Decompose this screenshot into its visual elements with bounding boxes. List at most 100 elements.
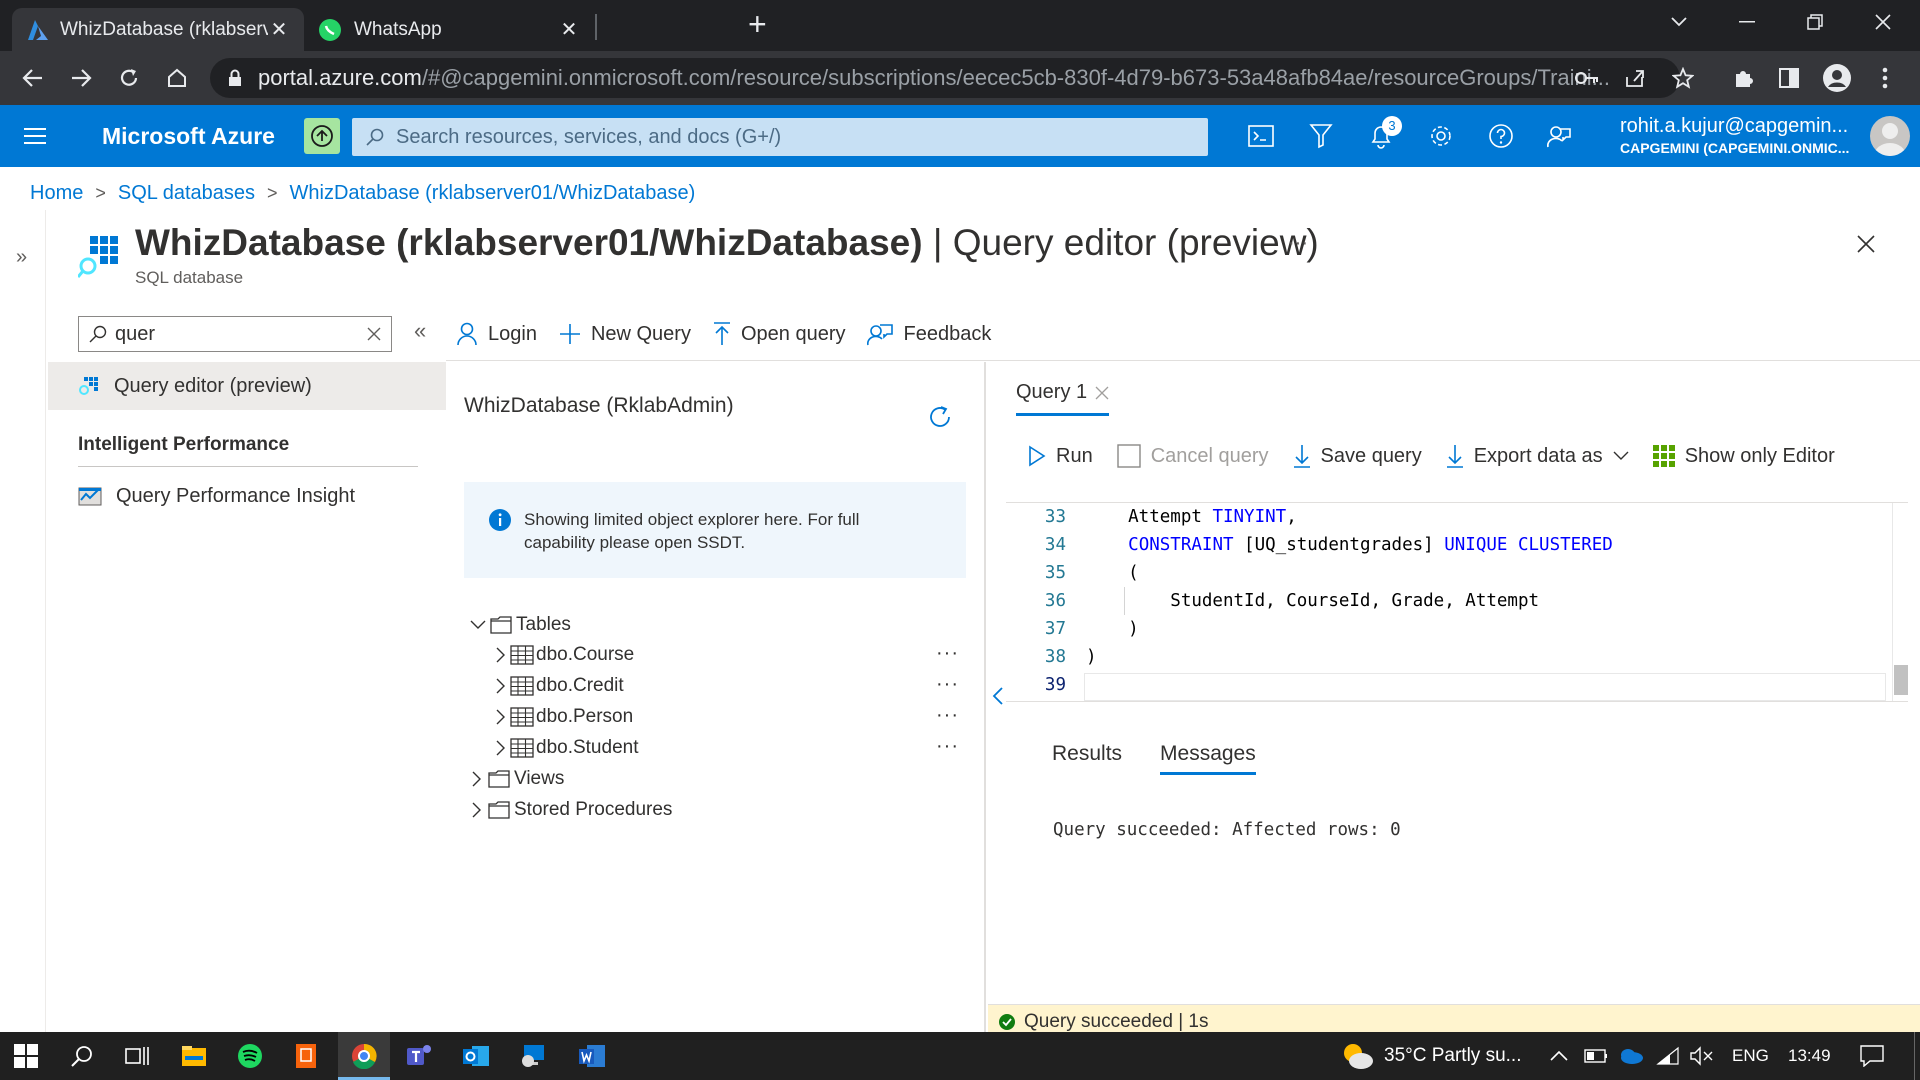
settings-gear-icon[interactable] xyxy=(1424,119,1458,153)
refresh-icon[interactable] xyxy=(928,404,954,430)
breadcrumb-home[interactable]: Home xyxy=(30,182,83,205)
feedback-icon[interactable] xyxy=(1542,119,1576,153)
code-editor[interactable]: 33 Attempt TINYINT, 34 CONSTRAINT [UQ_st… xyxy=(1006,502,1908,702)
cloud-shell-icon[interactable] xyxy=(1244,119,1278,153)
language-indicator[interactable]: ENG xyxy=(1732,1032,1769,1080)
sticky-notes-icon[interactable] xyxy=(286,1040,326,1072)
chevron-down-icon[interactable] xyxy=(470,620,486,630)
weather-widget[interactable]: 35°C Partly su... xyxy=(1340,1032,1521,1080)
clear-search-icon[interactable] xyxy=(367,327,381,341)
menu-search-input[interactable]: quer xyxy=(78,316,392,352)
forward-icon[interactable] xyxy=(64,61,98,95)
reload-icon[interactable] xyxy=(112,61,146,95)
close-blade-icon[interactable] xyxy=(1856,234,1876,254)
cancel-query-button[interactable]: Cancel query xyxy=(1117,444,1269,468)
tab-results[interactable]: Results xyxy=(1052,742,1122,775)
close-query-tab-icon[interactable] xyxy=(1095,386,1109,400)
close-tab-icon[interactable]: ✕ xyxy=(268,17,290,42)
file-explorer-icon[interactable] xyxy=(174,1040,214,1072)
clock[interactable]: 13:49 xyxy=(1788,1032,1831,1080)
expand-menu-button[interactable]: » xyxy=(16,246,27,269)
task-view-icon[interactable] xyxy=(118,1040,158,1072)
user-tenant[interactable]: CAPGEMINI (CAPGEMINI.ONMIC... xyxy=(1620,140,1849,156)
outlook-icon[interactable] xyxy=(456,1040,496,1072)
save-query-button[interactable]: Save query xyxy=(1293,444,1422,468)
tree-node-tables[interactable]: Tables xyxy=(470,614,571,636)
word-icon[interactable] xyxy=(572,1040,612,1072)
close-window-icon[interactable] xyxy=(1850,0,1916,44)
chrome-icon[interactable] xyxy=(344,1040,384,1072)
collapse-menu-button[interactable]: « xyxy=(414,318,426,344)
more-options-button[interactable]: ··· xyxy=(1288,232,1308,255)
show-desktop-button[interactable] xyxy=(1914,1032,1915,1080)
breadcrumb-whizdatabase[interactable]: WhizDatabase (rklabserver01/WhizDatabase… xyxy=(290,182,696,205)
chevron-right-icon[interactable] xyxy=(472,802,482,818)
tree-node-table[interactable]: dbo.Credit xyxy=(496,675,624,697)
lock-icon[interactable] xyxy=(228,69,242,87)
action-center-icon[interactable] xyxy=(1860,1032,1884,1080)
show-only-editor-button[interactable]: Show only Editor xyxy=(1652,445,1835,468)
remote-desktop-icon[interactable] xyxy=(514,1040,554,1072)
new-tab-button[interactable]: + xyxy=(748,8,767,40)
query-tab[interactable]: Query 1 xyxy=(1016,376,1110,416)
table-more-options-button[interactable]: ··· xyxy=(936,642,959,665)
tab-search-icon[interactable] xyxy=(1646,0,1712,44)
user-avatar[interactable] xyxy=(1870,116,1910,156)
onedrive-cloud-icon[interactable] xyxy=(1618,1032,1644,1080)
login-button[interactable]: Login xyxy=(456,322,537,346)
hamburger-menu-icon[interactable] xyxy=(18,119,52,153)
teams-icon[interactable] xyxy=(400,1040,440,1072)
close-tab-icon[interactable]: ✕ xyxy=(558,17,580,42)
browser-menu-icon[interactable] xyxy=(1868,61,1902,95)
table-more-options-button[interactable]: ··· xyxy=(936,735,959,758)
feedback-button[interactable]: Feedback xyxy=(867,322,991,346)
editor-scrollbar[interactable] xyxy=(1892,503,1908,701)
open-query-button[interactable]: Open query xyxy=(713,322,845,346)
tree-node-table[interactable]: dbo.Person xyxy=(496,706,633,728)
run-button[interactable]: Run xyxy=(1028,445,1093,468)
bookmark-star-icon[interactable] xyxy=(1666,61,1700,95)
battery-icon[interactable] xyxy=(1584,1032,1608,1080)
home-icon[interactable] xyxy=(160,61,194,95)
menu-item-query-performance-insight[interactable]: Query Performance Insight xyxy=(48,472,446,520)
new-query-button[interactable]: New Query xyxy=(559,323,691,346)
windows-start-icon[interactable] xyxy=(6,1040,46,1072)
extensions-icon[interactable] xyxy=(1726,61,1760,95)
export-data-dropdown[interactable]: Export data as xyxy=(1446,444,1629,468)
chevron-right-icon[interactable] xyxy=(496,740,506,756)
tree-node-stored-procedures[interactable]: Stored Procedures xyxy=(472,799,672,821)
chevron-right-icon[interactable] xyxy=(472,771,482,787)
global-search-input[interactable]: Search resources, services, and docs (G+… xyxy=(352,118,1208,156)
directory-filter-icon[interactable] xyxy=(1304,119,1338,153)
browser-tab-whatsapp[interactable]: WhatsApp ✕ xyxy=(304,8,594,51)
share-icon[interactable] xyxy=(1618,61,1652,95)
scrollbar-thumb[interactable] xyxy=(1894,665,1908,695)
restore-icon[interactable] xyxy=(1782,0,1848,44)
breadcrumb-sql-databases[interactable]: SQL databases xyxy=(118,182,255,205)
tree-node-views[interactable]: Views xyxy=(472,768,564,790)
minimize-icon[interactable] xyxy=(1714,0,1780,44)
table-more-options-button[interactable]: ··· xyxy=(936,673,959,696)
chevron-right-icon[interactable] xyxy=(496,678,506,694)
show-hidden-icons-chevron-icon[interactable] xyxy=(1550,1032,1568,1080)
back-icon[interactable] xyxy=(16,61,50,95)
address-bar[interactable]: portal.azure.com/#@capgemini.onmicrosoft… xyxy=(210,58,1680,98)
menu-item-query-editor[interactable]: Query editor (preview) xyxy=(48,362,446,410)
chevron-right-icon[interactable] xyxy=(496,709,506,725)
tree-node-table[interactable]: dbo.Course xyxy=(496,644,634,666)
help-icon[interactable] xyxy=(1484,119,1518,153)
upgrade-icon[interactable] xyxy=(304,118,340,154)
table-more-options-button[interactable]: ··· xyxy=(936,704,959,727)
azure-brand[interactable]: Microsoft Azure xyxy=(102,123,275,150)
wifi-icon[interactable] xyxy=(1656,1032,1680,1080)
tab-messages[interactable]: Messages xyxy=(1160,742,1256,775)
tree-node-table[interactable]: dbo.Student xyxy=(496,737,638,759)
browser-tab-azure[interactable]: WhizDatabase (rklabserver01/Wh ✕ xyxy=(12,8,304,51)
password-key-icon[interactable] xyxy=(1570,61,1604,95)
profile-avatar-icon[interactable] xyxy=(1820,61,1854,95)
spotify-icon[interactable] xyxy=(230,1040,270,1072)
side-panel-icon[interactable] xyxy=(1772,61,1806,95)
collapse-explorer-icon[interactable] xyxy=(992,686,1004,706)
volume-muted-icon[interactable] xyxy=(1690,1032,1714,1080)
user-email[interactable]: rohit.a.kujur@capgemin... xyxy=(1620,115,1848,137)
